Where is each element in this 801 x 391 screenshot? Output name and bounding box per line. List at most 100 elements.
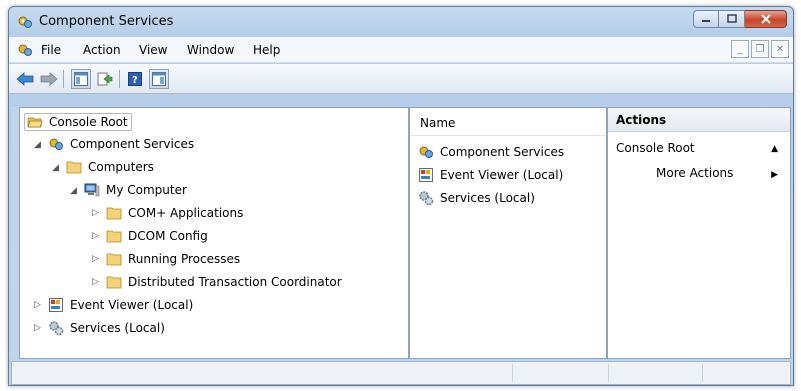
tree-item-running-processes[interactable]: Running Processes [106, 249, 240, 269]
tree-item-label: COM+ Applications [128, 206, 244, 220]
collapse-section-icon: ▲ [771, 144, 778, 154]
submenu-arrow-icon: ▶ [771, 170, 778, 180]
list-item-label: Services (Local) [440, 191, 535, 205]
actions-title: Actions [608, 108, 790, 132]
expand-arrow-icon[interactable]: ▷ [92, 277, 102, 287]
mdi-restore-button[interactable]: ❐ [751, 40, 769, 58]
tree-item-services[interactable]: Services (Local) [48, 318, 165, 338]
collapse-arrow-icon[interactable]: ◢ [34, 140, 44, 150]
tree-item-dtc[interactable]: Distributed Transaction Coordinator [106, 272, 342, 292]
list-item-event-viewer[interactable]: Event Viewer (Local) [418, 165, 563, 185]
toolbar-separator [119, 70, 120, 88]
folder-icon [106, 207, 122, 220]
menu-help[interactable]: Help [253, 43, 280, 57]
services-gear-icon [419, 191, 434, 206]
more-actions-label: More Actions [656, 166, 734, 180]
tree-item-label: Services (Local) [70, 321, 165, 335]
tree-item-label: DCOM Config [128, 229, 208, 243]
show-action-pane-button[interactable] [149, 69, 169, 89]
forward-icon [40, 72, 58, 86]
minimize-icon [702, 20, 710, 22]
maximize-button[interactable] [719, 10, 745, 28]
list-item-services[interactable]: Services (Local) [418, 188, 535, 208]
component-services-icon [18, 16, 32, 28]
result-list-pane: Name Component Services Event Viewer (Lo… [409, 107, 607, 359]
close-icon: ✕ [775, 43, 785, 55]
tree-item-console-root[interactable]: Console Root [24, 112, 132, 132]
status-divider [512, 364, 513, 382]
expand-arrow-icon[interactable]: ▷ [34, 323, 44, 333]
more-actions-link[interactable]: More Actions [656, 166, 733, 180]
mdi-minimize-button[interactable]: _ [731, 40, 749, 58]
console-tree-pane: Console Root ◢ Component Services ◢ Comp… [19, 107, 409, 359]
tree-item-com-applications[interactable]: COM+ Applications [106, 203, 243, 223]
maximize-icon [726, 14, 737, 23]
expand-arrow-icon[interactable]: ▷ [34, 300, 44, 310]
folder-icon [106, 253, 122, 266]
tree-item-label: My Computer [106, 183, 187, 197]
tree-item-event-viewer[interactable]: Event Viewer (Local) [48, 295, 193, 315]
menu-window[interactable]: Window [187, 43, 234, 57]
tree-item-component-services[interactable]: Component Services [48, 134, 194, 154]
svg-text:?: ? [132, 75, 138, 86]
close-icon [760, 14, 771, 24]
status-divider [702, 364, 703, 382]
toolbar-separator [63, 70, 64, 88]
actions-section-console-root[interactable]: Console Root ▲ [608, 138, 790, 160]
tree-item-label: Event Viewer (Local) [70, 298, 194, 312]
restore-icon: ❐ [755, 43, 765, 55]
collapse-arrow-icon[interactable]: ◢ [70, 186, 80, 196]
minimize-button[interactable] [693, 10, 719, 28]
show-console-tree-button[interactable] [71, 69, 91, 89]
system-menu-icon[interactable] [17, 42, 33, 58]
computer-icon [84, 183, 100, 197]
tree-item-label: Computers [88, 160, 154, 174]
back-button[interactable] [15, 69, 35, 89]
status-divider [608, 364, 609, 382]
expand-arrow-icon[interactable]: ▷ [92, 208, 102, 218]
component-services-icon [49, 138, 63, 150]
action-pane-icon [152, 72, 166, 86]
column-header-label: Name [420, 116, 456, 130]
component-services-window: Component Services File Action View Wind… [8, 6, 794, 386]
list-item-label: Component Services [440, 145, 565, 159]
collapse-arrow-icon[interactable]: ◢ [52, 163, 62, 173]
tree-item-label: Running Processes [128, 252, 241, 266]
mdi-buttons: _ ❐ ✕ [731, 40, 789, 58]
tree-item-label: Distributed Transaction Coordinator [128, 275, 342, 289]
component-services-icon [419, 146, 433, 158]
folder-icon [66, 161, 82, 174]
actions-section-label: Console Root [616, 141, 695, 155]
expand-arrow-icon[interactable]: ▷ [92, 254, 102, 264]
mdi-close-button[interactable]: ✕ [771, 40, 789, 58]
menu-file[interactable]: File [41, 43, 61, 57]
title-bar: Component Services [9, 7, 793, 37]
event-viewer-icon [419, 168, 433, 182]
minimize-icon: _ [737, 43, 743, 55]
tree-item-label: Component Services [70, 137, 195, 151]
window-title: Component Services [39, 14, 174, 29]
list-item-component-services[interactable]: Component Services [418, 142, 564, 162]
expand-arrow-icon[interactable]: ▷ [92, 231, 102, 241]
actions-pane: Actions Console Root ▲ More Actions ▶ [607, 107, 791, 359]
tree-item-dcom-config[interactable]: DCOM Config [106, 226, 208, 246]
menu-view[interactable]: View [139, 43, 167, 57]
column-header-name[interactable]: Name [410, 108, 606, 136]
help-icon: ? [128, 72, 142, 86]
toolbar: ? [9, 64, 793, 94]
export-list-icon [97, 72, 113, 86]
tree-item-computers[interactable]: Computers [66, 157, 154, 177]
folder-open-icon [27, 117, 43, 128]
help-button[interactable]: ? [125, 69, 145, 89]
status-bar [11, 361, 791, 385]
menu-action[interactable]: Action [83, 43, 121, 57]
menu-bar: File Action View Window Help _ ❐ ✕ [9, 37, 793, 63]
export-list-button[interactable] [95, 69, 115, 89]
back-icon [16, 72, 34, 86]
folder-icon [106, 230, 122, 243]
forward-button[interactable] [39, 69, 59, 89]
tree-item-my-computer[interactable]: My Computer [84, 180, 187, 200]
close-button[interactable] [745, 10, 787, 28]
folder-icon [106, 276, 122, 289]
list-item-label: Event Viewer (Local) [440, 168, 564, 182]
